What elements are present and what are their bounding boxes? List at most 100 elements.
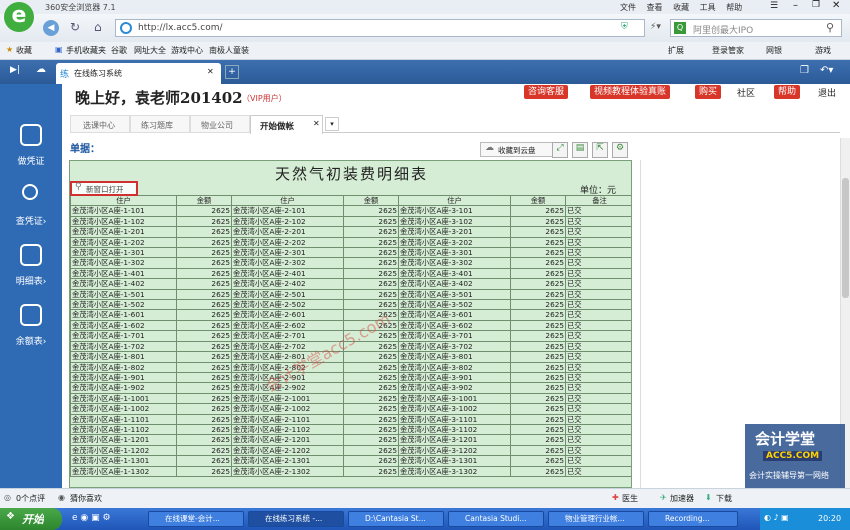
compat-mode-icon[interactable]: ⚡▾ xyxy=(650,22,661,32)
fav-google[interactable]: 谷歌 xyxy=(111,45,127,56)
refresh-icon[interactable]: ↻ xyxy=(70,20,80,34)
spreadsheet-view[interactable]: 天然气初装费明细表 单位：元 住户 金额 住户 金额 住户 金额 备注 金茂湾小… xyxy=(69,160,632,488)
tab-practice-system[interactable]: 练 在线练习系统 ✕ xyxy=(56,63,221,84)
table-cell: 2625 xyxy=(176,215,232,228)
taskbar-item-camtasia-folder[interactable]: D:\Cantasia St... xyxy=(348,511,444,527)
table-row: 金茂湾小区A座-1-601 2625 金茂湾小区A座-2-601 2625 金茂湾小区A… xyxy=(70,309,631,321)
sidebar-toggle-icon[interactable]: ▶| xyxy=(10,65,20,75)
table-row: 金茂湾小区A座-1-1002 2625 金茂湾小区A座-2-1002 2625 金茂湾小… xyxy=(70,403,631,415)
home-icon[interactable]: ⌂ xyxy=(94,20,102,34)
search-engine-icon[interactable]: Q xyxy=(674,22,686,34)
community-link[interactable]: 社区 xyxy=(737,86,755,99)
taskbar-item-practice-system[interactable]: 在线练习系统 -... xyxy=(248,511,344,527)
subtab-question-bank[interactable]: 练习题库 xyxy=(130,115,190,133)
export-icon[interactable]: ⇱ xyxy=(592,142,608,158)
new-tab-button[interactable]: + xyxy=(225,65,239,79)
tab-list-icon[interactable]: ❐ xyxy=(800,65,809,76)
quicklaunch-icons[interactable]: e ◉ ▣ ⚙ xyxy=(72,513,111,523)
table-cell: 已交 xyxy=(565,226,631,238)
table-cell: 金茂湾小区A座-1-701 xyxy=(70,330,177,342)
menu-view[interactable]: 查看 xyxy=(647,3,663,12)
start-button[interactable]: ❖ 开始 xyxy=(0,508,62,530)
search-box[interactable]: Q 阿里创最大IPO ⚲ xyxy=(670,19,842,37)
search-icon[interactable]: ⚲ xyxy=(826,21,834,34)
sidebar-item-detail-ledger[interactable]: 明细表› xyxy=(0,244,62,304)
table-cell: 2625 xyxy=(510,465,566,477)
site-icon xyxy=(120,22,132,34)
cloud-icon[interactable]: ☁ xyxy=(36,64,46,75)
close-icon[interactable]: ✕ xyxy=(832,0,840,11)
accelerator-link[interactable]: 加速器 xyxy=(670,493,694,504)
doctor-icon: ✚ xyxy=(612,493,619,502)
save-to-cloud-button[interactable]: ☁ 收藏到云盘 xyxy=(480,142,558,157)
scrollbar-thumb[interactable] xyxy=(842,178,849,298)
settings-icon[interactable]: ⚙ xyxy=(612,142,628,158)
magnifier-icon: ⚲ xyxy=(75,182,82,192)
subtab-start-bookkeeping[interactable]: 开始做帐 ✕ xyxy=(250,115,323,134)
taskbar-item-online-class[interactable]: 在线课堂-会计... xyxy=(148,511,244,527)
table-cell: 2625 xyxy=(176,351,232,363)
ext-extensions[interactable]: 扩展 xyxy=(668,45,684,56)
document-icon xyxy=(20,124,42,146)
shield-icon[interactable]: ⛨ xyxy=(621,22,628,32)
video-demo-button[interactable]: 视频教程体验真账 xyxy=(590,85,671,99)
open-new-window-button[interactable]: ⚲ 新窗口打开 xyxy=(70,181,138,196)
tab-close-icon[interactable]: ✕ xyxy=(207,67,214,76)
fav-collect[interactable]: 收藏 xyxy=(16,45,32,56)
fav-mobile[interactable]: 手机收藏夹 xyxy=(66,45,106,56)
doctor-link[interactable]: 医生 xyxy=(622,493,638,504)
recommend-link[interactable]: 猜你喜欢 xyxy=(70,493,102,504)
subtab-dropdown-icon[interactable]: ▾ xyxy=(325,117,339,131)
menu-help[interactable]: 帮助 xyxy=(726,3,742,12)
menu-tools[interactable]: 工具 xyxy=(700,3,716,12)
logout-link[interactable]: 退出 xyxy=(818,86,836,99)
fav-sites[interactable]: 网址大全 xyxy=(134,45,166,56)
back-icon[interactable]: ◀ xyxy=(43,20,59,36)
save-icon[interactable]: ▤ xyxy=(572,142,588,158)
table-cell: 金茂湾小区A座-3-901 xyxy=(398,371,511,384)
sidebar-item-query-voucher[interactable]: 查凭证› xyxy=(0,184,62,244)
tray-icons[interactable]: ◐ ♪ ▣ xyxy=(764,513,789,522)
subtab-property-company[interactable]: 物业公司 xyxy=(190,115,250,133)
taskbar-item-camtasia-studio[interactable]: Cantasia Studi... xyxy=(448,511,544,527)
minimize-icon[interactable]: – xyxy=(793,0,798,11)
taskbar-item-property-books[interactable]: 物业管理行业帐... xyxy=(548,511,644,527)
maximize-icon[interactable]: ❐ xyxy=(812,0,820,10)
fav-store[interactable]: 南极人童装 xyxy=(209,45,249,56)
fullscreen-icon[interactable]: ⤢ xyxy=(552,142,568,158)
table-row: 金茂湾小区A座-1-802 2625 金茂湾小区A座-2-802 2625 金茂湾小区A… xyxy=(70,361,631,373)
support-button[interactable]: 咨询客服 xyxy=(524,85,569,99)
table-row: 金茂湾小区A座-1-801 2625 金茂湾小区A座-2-801 2625 金茂湾小区A… xyxy=(70,351,631,363)
search-input[interactable]: 阿里创最大IPO xyxy=(693,23,753,36)
table-cell: 2625 xyxy=(176,288,232,301)
taskbar-item-recording[interactable]: Recording... xyxy=(648,511,738,527)
col-header: 住户 xyxy=(70,194,177,207)
table-cell: 已交 xyxy=(565,371,631,384)
help-button[interactable]: 帮助 xyxy=(774,85,801,99)
ext-games[interactable]: 游戏 xyxy=(815,45,831,56)
table-cell: 金茂湾小区A座-2-1302 xyxy=(231,465,344,477)
sidebar-item-balance-sheet[interactable]: 余额表› xyxy=(0,304,62,364)
skin-icon[interactable]: ☰ xyxy=(770,1,778,11)
table-header-row: 住户 金额 住户 金额 住户 金额 备注 xyxy=(70,194,631,207)
sheet-title: 天然气初装费明细表 xyxy=(274,165,428,183)
menu-file[interactable]: 文件 xyxy=(620,3,636,12)
sidebar-item-make-voucher[interactable]: 做凭证 xyxy=(0,124,62,184)
menu-favorites[interactable]: 收藏 xyxy=(673,3,689,12)
address-bar[interactable]: http://lx.acc5.com/ ⛨ xyxy=(115,19,645,37)
subtab-course[interactable]: 选课中心 xyxy=(70,115,130,133)
table-cell: 已交 xyxy=(565,257,631,269)
browser-tabbar: ▶| ☁ 练 在线练习系统 ✕ + ❐ ↶▾ xyxy=(0,60,850,84)
subtab-close-icon[interactable]: ✕ xyxy=(313,119,320,128)
table-cell: 金茂湾小区A座-2-502 xyxy=(231,299,344,311)
url-text[interactable]: http://lx.acc5.com/ xyxy=(138,23,223,33)
buy-button[interactable]: 购买 xyxy=(695,85,722,99)
col-header: 金额 xyxy=(176,194,232,207)
ext-bank[interactable]: 网银 xyxy=(766,45,782,56)
table-row: 金茂湾小区A座-1-902 2625 金茂湾小区A座-2-902 2625 金茂湾小区A… xyxy=(70,382,631,394)
download-link[interactable]: 下载 xyxy=(716,493,732,504)
ext-login[interactable]: 登录管家 xyxy=(712,45,744,56)
undo-close-icon[interactable]: ↶▾ xyxy=(820,65,833,76)
fav-games[interactable]: 游戏中心 xyxy=(171,45,203,56)
comments-count[interactable]: 0个点评 xyxy=(16,493,45,504)
